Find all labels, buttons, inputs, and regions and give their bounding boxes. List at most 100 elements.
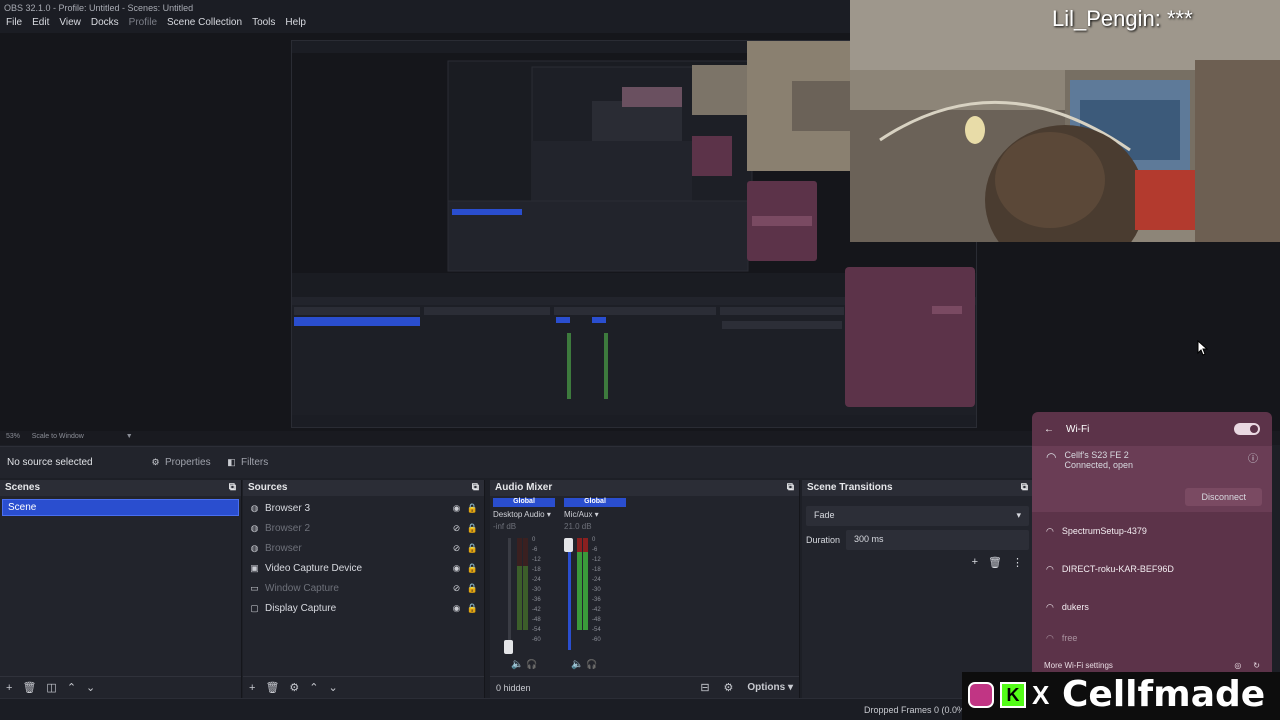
zoom-percent[interactable]: 53% [6, 433, 20, 440]
eye-hidden-icon[interactable]: ⊘ [451, 583, 462, 594]
gear-icon[interactable]: ⚙ [289, 681, 299, 694]
eye-hidden-icon[interactable]: ⊘ [451, 523, 462, 534]
source-item-browser-2[interactable]: ◍ Browser 2 ⊘ 🔒 [243, 518, 484, 538]
arrow-down-icon[interactable]: ⌄ [86, 681, 95, 694]
scene-transitions-dock: Scene Transitions ⧉ Fade ▾ Duration 300 m… [802, 480, 1034, 698]
scene-item[interactable]: Scene [2, 499, 239, 516]
menu-profile[interactable]: Profile [129, 17, 157, 31]
headphones-icon[interactable]: 🎧 [526, 659, 537, 670]
arrow-down-icon[interactable]: ⌄ [329, 681, 338, 694]
db-tick: -42 [592, 607, 601, 613]
eye-icon[interactable]: ◉ [451, 603, 462, 614]
chat-username-overlay: Lil_Pengin: *** [1052, 6, 1193, 31]
lock-icon[interactable]: 🔒 [467, 523, 478, 534]
more-icon[interactable]: ⋮ [1012, 556, 1023, 569]
dock-menu-icon[interactable]: ⧉ [787, 482, 794, 494]
speaker-icon[interactable]: 🔈 [571, 659, 583, 670]
dropped-frames: Dropped Frames 0 (0.0%) [864, 705, 969, 715]
source-item-browser[interactable]: ◍ Browser ⊘ 🔒 [243, 538, 484, 558]
db-tick: -54 [592, 627, 601, 633]
lock-icon[interactable]: 🔒 [467, 583, 478, 594]
volume-slider-handle[interactable] [564, 538, 573, 552]
add-icon[interactable]: + [972, 556, 978, 569]
add-icon[interactable]: + [249, 682, 255, 694]
transitions-header: Scene Transitions ⧉ [802, 480, 1033, 496]
volume-meter-fill [583, 552, 588, 630]
wifi-network-item[interactable]: ◠ SpectrumSetup-4379 [1032, 512, 1272, 550]
wifi-connected-network[interactable]: ◠ Cellf's S23 FE 2 Connected, open ⓘ Dis… [1032, 446, 1272, 512]
arrow-up-icon[interactable]: ⌃ [67, 681, 76, 694]
trash-icon[interactable]: 🗑 [988, 556, 1002, 569]
layout-icon[interactable]: ⊟ [700, 681, 709, 694]
menu-view[interactable]: View [59, 17, 81, 31]
chevron-down-icon: ▼ [125, 433, 133, 440]
wifi-toggle[interactable] [1234, 423, 1260, 435]
network-name: SpectrumSetup-4379 [1061, 526, 1147, 536]
scenes-title: Scenes [5, 482, 41, 493]
channel-db: -inf dB [493, 522, 517, 531]
source-item-window-capture[interactable]: ▭ Window Capture ⊘ 🔒 [243, 578, 484, 598]
menu-edit[interactable]: Edit [32, 17, 49, 31]
volume-slider-track[interactable] [508, 538, 511, 650]
source-item-video-capture[interactable]: ▣ Video Capture Device ◉ 🔒 [243, 558, 484, 578]
disconnect-button[interactable]: Disconnect [1185, 488, 1262, 506]
menu-file[interactable]: File [6, 17, 22, 31]
camera-icon: ▣ [250, 562, 259, 573]
db-tick: -18 [592, 567, 601, 573]
source-label: Browser [265, 542, 302, 554]
brand-overlay: K X Cellfmade [962, 672, 1280, 720]
add-icon[interactable]: + [6, 682, 12, 694]
transition-select[interactable]: Fade ▾ [806, 506, 1029, 526]
trash-icon[interactable]: 🗑 [265, 681, 279, 694]
dock-menu-icon[interactable]: ⧉ [472, 482, 479, 494]
db-scale-desktop: 0 -6 -12 -18 -24 -30 -36 -42 -48 -54 -60 [532, 537, 541, 643]
volume-slider-handle[interactable] [504, 640, 513, 654]
info-icon[interactable]: ⓘ [1248, 450, 1258, 465]
mouse-cursor-icon [1197, 340, 1209, 356]
properties-button[interactable]: ⚙ Properties [150, 453, 211, 471]
menu-scene-collection[interactable]: Scene Collection [167, 17, 242, 31]
db-tick: -12 [592, 557, 601, 563]
properties-label: Properties [165, 456, 211, 468]
wifi-network-item[interactable]: ◠ free [1032, 626, 1272, 650]
menu-tools[interactable]: Tools [252, 17, 275, 31]
wifi-network-item[interactable]: ◠ DIRECT-roku-KAR-BEF96D [1032, 550, 1272, 588]
filters-button[interactable]: ◧ Filters [226, 453, 268, 471]
eye-icon[interactable]: ◉ [451, 503, 462, 514]
menu-docks[interactable]: Docks [91, 17, 119, 31]
audio-mixer-dock: Audio Mixer ⧉ Global Desktop Audio ▾ -in… [490, 480, 800, 698]
source-item-browser-3[interactable]: ◍ Browser 3 ◉ 🔒 [243, 498, 484, 518]
eye-icon[interactable]: ◉ [451, 563, 462, 574]
options-button[interactable]: Options ▾ [747, 682, 793, 693]
trash-icon[interactable]: 🗑 [22, 681, 36, 694]
settings-icon[interactable]: ◎ [1234, 661, 1241, 670]
refresh-icon[interactable]: ↻ [1253, 661, 1260, 670]
menu-help[interactable]: Help [285, 17, 306, 31]
dock-menu-icon[interactable]: ⧉ [1021, 482, 1028, 494]
dock-menu-icon[interactable]: ⧉ [229, 482, 236, 494]
scale-mode-select[interactable]: Scale to Window [32, 433, 84, 440]
channel-name[interactable]: Mic/Aux ▾ [564, 510, 626, 519]
source-item-display-capture[interactable]: ▢ Display Capture ◉ 🔒 [243, 598, 484, 618]
back-arrow-icon[interactable]: ← [1044, 424, 1054, 435]
channel-name[interactable]: Desktop Audio ▾ [493, 510, 555, 519]
lock-icon[interactable]: 🔒 [467, 503, 478, 514]
wifi-header: ← Wi-Fi [1032, 412, 1272, 446]
lock-icon[interactable]: 🔒 [467, 543, 478, 554]
wifi-network-item[interactable]: ◠ dukers [1032, 588, 1272, 626]
arrow-up-icon[interactable]: ⌃ [309, 681, 318, 694]
headphones-icon[interactable]: 🎧 [586, 659, 597, 670]
global-badge: Global [493, 498, 555, 507]
eye-hidden-icon[interactable]: ⊘ [451, 543, 462, 554]
lock-icon[interactable]: 🔒 [467, 563, 478, 574]
duration-input[interactable]: 300 ms [846, 530, 1029, 550]
globe-icon: ◍ [250, 542, 259, 553]
gear-icon[interactable]: ⚙ [724, 681, 734, 694]
mixer-title: Audio Mixer [495, 482, 553, 493]
more-wifi-settings-link[interactable]: More Wi-Fi settings [1044, 661, 1113, 670]
speaker-icon[interactable]: 🔈 [511, 659, 523, 670]
db-tick: -36 [592, 597, 601, 603]
lock-icon[interactable]: 🔒 [467, 603, 478, 614]
filter-icon[interactable]: ◫ [46, 681, 56, 694]
volume-slider-track[interactable] [568, 538, 571, 650]
